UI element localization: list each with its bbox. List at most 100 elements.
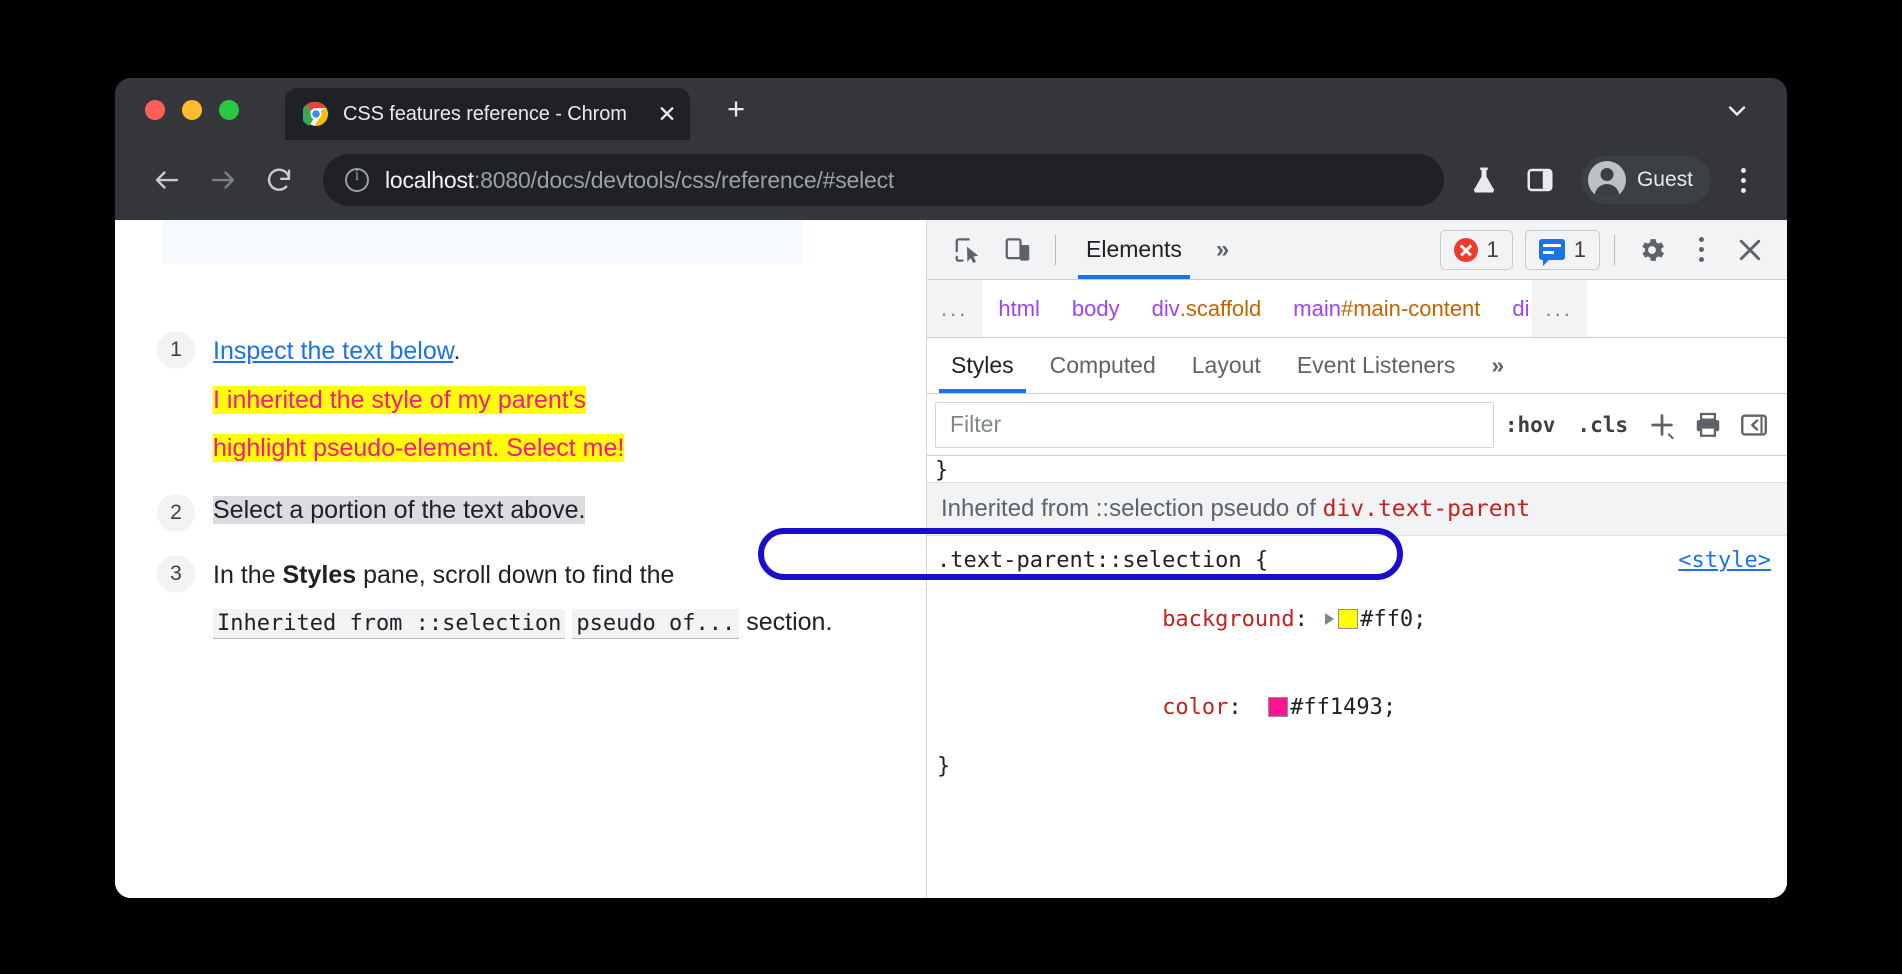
breadcrumb-class: .scaffold — [1180, 296, 1262, 322]
profile-name: Guest — [1637, 168, 1693, 192]
styles-pane: } Inherited from ::selection pseudo of d… — [927, 456, 1787, 898]
more-panels-icon[interactable]: » — [1202, 236, 1243, 264]
browser-window: CSS features reference - Chrom ✕ + local… — [115, 78, 1787, 898]
address-bar[interactable]: localhost:8080/docs/devtools/css/referen… — [323, 154, 1444, 206]
search-input[interactable]: Filter — [935, 402, 1494, 448]
color-swatch[interactable] — [1338, 609, 1358, 629]
inspect-text-link[interactable]: Inspect the text below — [213, 337, 453, 365]
tab-title: CSS features reference - Chrom — [343, 103, 640, 126]
css-property-name[interactable]: color — [1162, 695, 1228, 720]
more-subtabs-icon[interactable]: » — [1473, 338, 1522, 393]
avatar — [1588, 161, 1626, 199]
profile-button[interactable]: Guest — [1582, 156, 1711, 204]
inspect-element-icon[interactable] — [945, 227, 991, 273]
breadcrumb-item-html[interactable]: html — [982, 280, 1056, 338]
expand-arrow-icon[interactable] — [1325, 613, 1334, 625]
filter-placeholder: Filter — [950, 411, 1001, 438]
cls-toggle-button[interactable]: .cls — [1566, 413, 1639, 437]
site-info-icon[interactable] — [345, 168, 369, 192]
step1-period: . — [453, 337, 460, 365]
chevron-down-icon[interactable] — [1719, 93, 1755, 129]
page-banner — [163, 220, 803, 264]
list-item: 2 Select a portion of the text above. — [157, 491, 886, 532]
hov-toggle-button[interactable]: :hov — [1494, 413, 1567, 437]
tab-styles[interactable]: Styles — [933, 338, 1032, 393]
styles-filter-bar: Filter :hov .cls — [927, 394, 1787, 456]
gear-icon[interactable] — [1629, 227, 1675, 273]
toolbar-divider-2 — [1614, 235, 1615, 265]
steps-list: 1 Inspect the text below. I inherited th… — [157, 328, 886, 655]
browser-menu-icon[interactable] — [1721, 154, 1765, 206]
tab-elements[interactable]: Elements — [1070, 220, 1198, 279]
color-swatch[interactable] — [1268, 697, 1288, 717]
breadcrumb-tag: div — [1152, 296, 1180, 322]
new-tab-button[interactable]: + — [715, 89, 757, 131]
error-count: 1 — [1487, 237, 1499, 263]
css-declaration-color[interactable]: color: #ff1493; — [937, 664, 1787, 752]
window-traffic-lights — [145, 100, 239, 120]
error-icon — [1454, 238, 1478, 262]
back-button[interactable] — [141, 154, 193, 206]
inherited-selector[interactable]: div.text-parent — [1323, 496, 1531, 522]
browser-tab[interactable]: CSS features reference - Chrom ✕ — [285, 88, 690, 140]
side-panel-icon[interactable] — [1514, 154, 1566, 206]
close-tab-button[interactable]: ✕ — [654, 103, 680, 126]
device-toolbar-icon[interactable] — [995, 227, 1041, 273]
tab-event-listeners[interactable]: Event Listeners — [1279, 338, 1474, 393]
css-rule-block: <style> .text-parent::selection { backgr… — [927, 536, 1787, 782]
url-text: localhost:8080/docs/devtools/css/referen… — [385, 167, 894, 194]
devtools-panel: Elements » 1 1 — [927, 220, 1787, 898]
toggle-sidebar-icon[interactable] — [1731, 402, 1777, 448]
selected-text: Select a portion of the text above. — [213, 496, 585, 524]
breadcrumb-item-div[interactable]: di — [1496, 280, 1531, 338]
page-content: 1 Inspect the text below. I inherited th… — [115, 220, 927, 898]
breadcrumb-item-main-content[interactable]: main#main-content — [1277, 280, 1496, 338]
url-path: :8080/docs/devtools/css/reference/#selec… — [474, 167, 894, 193]
chrome-logo-icon — [303, 101, 329, 127]
step-number: 1 — [157, 331, 195, 369]
step3-bold-styles: Styles — [283, 561, 357, 589]
render-emulation-icon[interactable] — [1685, 402, 1731, 448]
previous-rule-close-brace: } — [927, 456, 1787, 482]
tab-strip: CSS features reference - Chrom ✕ + — [115, 78, 1787, 140]
highlight-demo-line1: I inherited the style of my parent's — [213, 386, 586, 414]
step3-part1: In the — [213, 561, 283, 589]
breadcrumb-ellipsis-right[interactable]: ... — [1532, 280, 1587, 338]
flask-icon[interactable] — [1458, 154, 1510, 206]
css-declaration-background[interactable]: background: #ff0; — [937, 575, 1787, 663]
css-selector[interactable]: .text-parent::selection { — [937, 546, 1787, 575]
step3-code1: Inherited from ::selection — [213, 609, 565, 639]
inherited-from-header[interactable]: Inherited from ::selection pseudo of div… — [927, 482, 1787, 536]
breadcrumb-item-div-scaffold[interactable]: div.scaffold — [1136, 280, 1278, 338]
message-count-badge[interactable]: 1 — [1525, 230, 1600, 270]
close-icon[interactable] — [1727, 227, 1773, 273]
minimize-window-button[interactable] — [182, 100, 202, 120]
breadcrumb-item-body[interactable]: body — [1056, 280, 1136, 338]
maximize-window-button[interactable] — [219, 100, 239, 120]
style-source-link[interactable]: <style> — [1678, 546, 1771, 575]
step-body: Inspect the text below. I inherited the … — [213, 328, 886, 473]
devtools-toolbar: Elements » 1 1 — [927, 220, 1787, 280]
tab-computed[interactable]: Computed — [1032, 338, 1174, 393]
css-property-value[interactable]: #ff0; — [1360, 607, 1426, 632]
styles-subtabs: Styles Computed Layout Event Listeners » — [927, 338, 1787, 394]
viewport: 1 Inspect the text below. I inherited th… — [115, 220, 1787, 898]
message-count: 1 — [1574, 237, 1586, 263]
tab-layout[interactable]: Layout — [1174, 338, 1279, 393]
breadcrumb-ellipsis-left[interactable]: ... — [927, 280, 982, 338]
browser-toolbar: localhost:8080/docs/devtools/css/referen… — [115, 140, 1787, 220]
url-host: localhost — [385, 167, 474, 193]
close-window-button[interactable] — [145, 100, 165, 120]
css-property-name[interactable]: background — [1162, 607, 1294, 632]
css-property-value[interactable]: #ff1493; — [1290, 695, 1396, 720]
step-body: In the Styles pane, scroll down to find … — [213, 552, 886, 647]
more-options-icon[interactable] — [1679, 224, 1723, 276]
message-icon — [1539, 239, 1565, 260]
error-count-badge[interactable]: 1 — [1440, 230, 1513, 270]
breadcrumb-tag: main — [1293, 296, 1341, 322]
forward-button[interactable] — [197, 154, 249, 206]
plus-icon[interactable] — [1639, 402, 1685, 448]
reload-button[interactable] — [253, 154, 305, 206]
list-item: 3 In the Styles pane, scroll down to fin… — [157, 552, 886, 647]
css-close-brace: } — [937, 752, 1787, 781]
